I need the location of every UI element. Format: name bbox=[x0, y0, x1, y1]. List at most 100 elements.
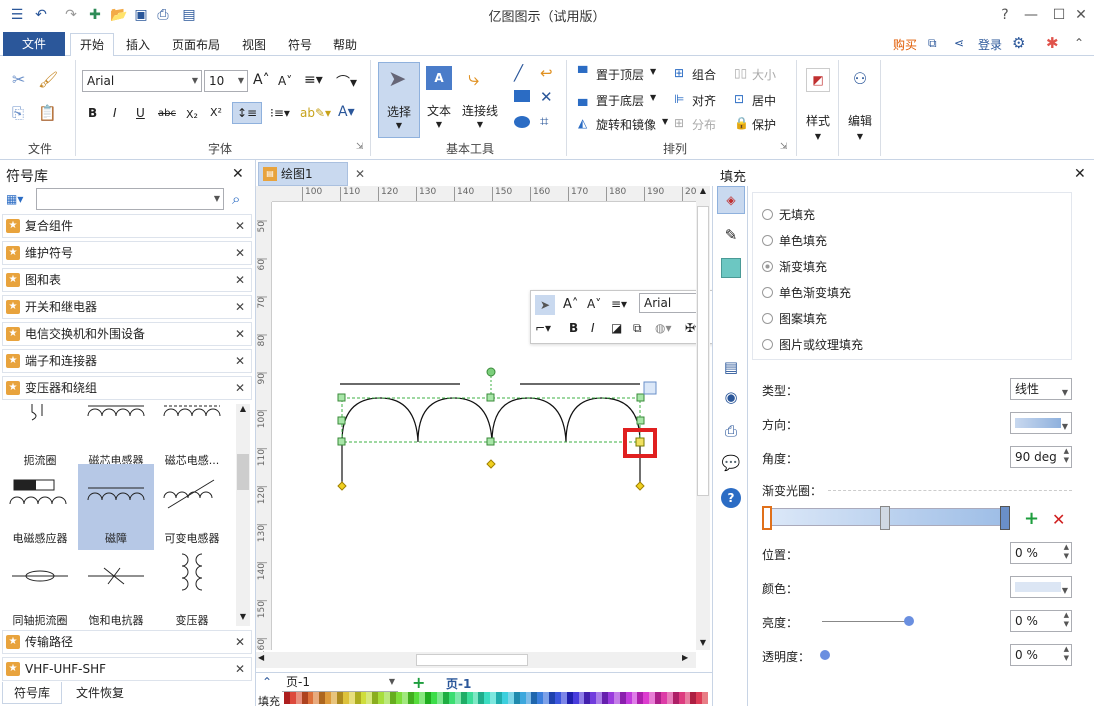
bring-front-button[interactable]: 置于顶层 bbox=[596, 66, 644, 83]
canvas-horizontal-scrollbar[interactable]: ◀ ▶ bbox=[256, 652, 696, 668]
font-size-select[interactable]: 10 ▼ bbox=[204, 70, 248, 92]
highlight-icon[interactable]: ab✎▾ bbox=[300, 106, 331, 120]
select-tool-button[interactable]: ➤ 选择 ▼ bbox=[378, 62, 420, 138]
fill-bucket-icon[interactable]: ◈ bbox=[717, 186, 745, 214]
document-tab[interactable]: ▤ 绘图1 ✕ bbox=[258, 162, 365, 186]
symbol-item[interactable]: 磁芯电感... bbox=[154, 402, 230, 472]
close-icon[interactable]: ✕ bbox=[235, 658, 245, 680]
gradient-stop-selected[interactable] bbox=[762, 506, 772, 530]
buy-link[interactable]: 购买 bbox=[888, 34, 922, 56]
magnetic-barrier-shape[interactable] bbox=[272, 202, 696, 650]
arrange-dialog-launcher-icon[interactable]: ⇲ bbox=[780, 142, 788, 152]
help-icon[interactable]: ? bbox=[721, 488, 741, 508]
line-spacing-icon[interactable]: ↕≡ bbox=[232, 102, 262, 124]
radio-solid-fill[interactable]: 单色填充 bbox=[762, 232, 827, 249]
library-row[interactable]: ★ 变压器和绕组 ✕ bbox=[2, 376, 252, 400]
paste-icon[interactable]: 📋 bbox=[38, 104, 57, 122]
library-grid-icon[interactable]: ▦▾ bbox=[6, 192, 23, 206]
shadow-icon[interactable] bbox=[721, 258, 741, 278]
font-color-icon[interactable]: A▾ bbox=[338, 104, 355, 120]
close-icon[interactable]: ✕ bbox=[235, 377, 245, 399]
library-row[interactable]: ★ 传输路径 ✕ bbox=[2, 630, 252, 654]
add-stop-icon[interactable]: + bbox=[1024, 508, 1039, 529]
symbol-search-input[interactable]: ▼ bbox=[36, 188, 224, 210]
distribute-button[interactable]: 分布 bbox=[692, 116, 716, 133]
radio-picture-fill[interactable]: 图片或纹理填充 bbox=[762, 336, 863, 353]
canvas-vertical-scrollbar[interactable]: ▲ ▼ bbox=[696, 186, 710, 650]
radio-mono-gradient-fill[interactable]: 单色渐变填充 bbox=[762, 284, 851, 301]
close-icon[interactable]: ✕ bbox=[235, 242, 245, 264]
align-text-icon[interactable]: ≡▾ bbox=[611, 297, 627, 311]
scroll-down-icon[interactable]: ▼ bbox=[696, 638, 710, 650]
connector-style-icon[interactable]: ⌐▾ bbox=[535, 321, 551, 335]
scroll-down-icon[interactable]: ▼ bbox=[236, 612, 250, 624]
close-icon[interactable]: ✕ bbox=[1066, 4, 1094, 26]
page-tab[interactable]: 页-1 bbox=[446, 675, 471, 692]
color-palette[interactable] bbox=[284, 692, 709, 704]
rectangle-icon[interactable] bbox=[514, 90, 530, 102]
tab-file[interactable]: 文件 bbox=[3, 32, 65, 56]
shrink-font-icon[interactable]: A˅ bbox=[278, 74, 292, 88]
grow-font-icon[interactable]: A˄ bbox=[253, 72, 270, 88]
symbol-item[interactable]: 饱和电抗器 bbox=[78, 546, 154, 628]
transparency-spinner[interactable]: 0 % ▲ ▼ bbox=[1010, 644, 1072, 666]
scroll-right-icon[interactable]: ▶ bbox=[682, 653, 688, 662]
line-pen-icon[interactable]: ✎ bbox=[719, 224, 743, 246]
close-icon[interactable]: ✕ bbox=[232, 166, 244, 182]
close-icon[interactable]: ✕ bbox=[235, 323, 245, 345]
drawing-canvas[interactable]: ➤ A˄ A˅ ≡▾ Arial▼ 🖌 ✕ ⌐▾ B I ◪ ⧉ ◍▾ ✠▾ ◸… bbox=[272, 202, 754, 650]
color-select[interactable]: ▼ bbox=[1010, 576, 1072, 598]
tab-symbol[interactable]: 符号 bbox=[282, 34, 318, 56]
transparency-slider-thumb[interactable] bbox=[820, 650, 830, 660]
close-icon[interactable]: ✕ bbox=[355, 163, 365, 185]
rotate-mirror-button[interactable]: 旋转和镜像 bbox=[596, 116, 656, 133]
copy-icon[interactable]: ⎘ bbox=[12, 104, 24, 122]
hyperlink-icon[interactable]: ◉ bbox=[719, 386, 743, 408]
symbol-item[interactable]: 变压器 bbox=[154, 546, 230, 628]
close-icon[interactable]: ✕ bbox=[235, 296, 245, 318]
bullets-icon[interactable]: ⁝≡▾ bbox=[270, 106, 290, 120]
tab-page-layout[interactable]: 页面布局 bbox=[166, 34, 226, 56]
copy-style-icon[interactable]: ⧉ bbox=[633, 321, 642, 336]
line-icon[interactable]: ╱ bbox=[514, 64, 523, 82]
close-icon[interactable]: ✕ bbox=[235, 269, 245, 291]
superscript-icon[interactable]: X² bbox=[210, 106, 222, 119]
radio-no-fill[interactable]: 无填充 bbox=[762, 206, 815, 223]
pointer-icon[interactable]: ➤ bbox=[535, 295, 555, 315]
angle-spinner[interactable]: 90 deg ▲ ▼ bbox=[1010, 446, 1072, 468]
ellipse-icon[interactable] bbox=[514, 116, 530, 128]
align-text-icon[interactable]: ≡▾ bbox=[304, 72, 323, 88]
align-button[interactable]: 对齐 bbox=[692, 92, 716, 109]
search-icon[interactable]: ⌕ bbox=[232, 190, 240, 208]
text-tool-button[interactable]: A 文本 ▼ bbox=[422, 62, 456, 138]
gradient-stop[interactable] bbox=[1000, 506, 1010, 530]
login-link[interactable]: 登录 bbox=[974, 34, 1006, 56]
symbol-item[interactable]: 磁芯电感器 bbox=[78, 402, 154, 472]
library-row[interactable]: ★ 端子和连接器 ✕ bbox=[2, 349, 252, 373]
comment-icon[interactable]: 💬 bbox=[719, 452, 743, 474]
symbol-item[interactable]: 扼流圈 bbox=[2, 402, 78, 472]
tab-view[interactable]: 视图 bbox=[234, 34, 274, 56]
gradient-stop[interactable] bbox=[880, 506, 890, 530]
scroll-left-icon[interactable]: ◀ bbox=[258, 653, 264, 662]
minimize-icon[interactable]: — bbox=[1016, 4, 1046, 26]
type-select[interactable]: 线性 ▼ bbox=[1010, 378, 1072, 400]
settings-gear-icon[interactable]: ⚙ bbox=[1012, 34, 1025, 52]
symbol-item[interactable]: 同轴扼流圈 bbox=[2, 546, 78, 628]
library-row[interactable]: ★ 图和表 ✕ bbox=[2, 268, 252, 292]
edit-button[interactable]: ⚇ 编辑 ▼ bbox=[844, 66, 876, 146]
underline-icon[interactable]: U bbox=[136, 106, 145, 120]
brightness-slider-thumb[interactable] bbox=[904, 616, 914, 626]
bold-icon[interactable]: B bbox=[88, 106, 97, 120]
share-box-icon[interactable]: ⧉ bbox=[928, 36, 937, 51]
tab-symbol-library[interactable]: 符号库 bbox=[2, 682, 62, 704]
tab-insert[interactable]: 插入 bbox=[118, 34, 158, 56]
library-row[interactable]: ★ 电信交换机和外围设备 ✕ bbox=[2, 322, 252, 346]
library-row[interactable]: ★ 复合组件 ✕ bbox=[2, 214, 252, 238]
group-button[interactable]: 组合 bbox=[692, 66, 716, 83]
strikethrough-icon[interactable]: abc bbox=[158, 108, 176, 119]
crop-icon[interactable]: ⌗ bbox=[540, 112, 548, 130]
format-painter-icon[interactable]: 🖌 bbox=[38, 70, 58, 89]
tab-file-recovery[interactable]: 文件恢复 bbox=[66, 682, 134, 704]
collapse-ribbon-icon[interactable]: ⌃ bbox=[1074, 36, 1084, 50]
